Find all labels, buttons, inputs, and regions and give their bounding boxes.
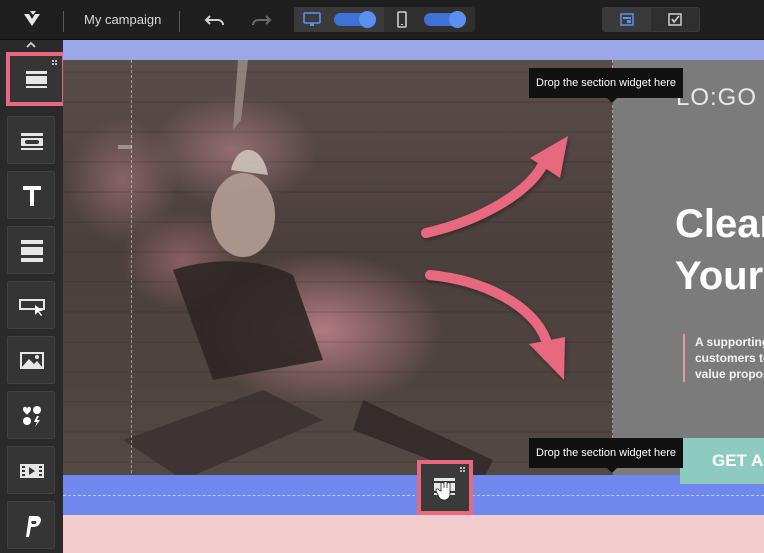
desktop-visibility-toggle[interactable]	[334, 11, 376, 28]
dragged-section-widget[interactable]	[417, 460, 473, 515]
view-mode-group	[602, 7, 700, 32]
editor-canvas[interactable]: LO:GO Clear Your A supporting customers …	[63, 40, 764, 553]
mobile-preview-button[interactable]	[385, 7, 475, 32]
text-widget-icon	[23, 186, 41, 206]
chevron-up-icon[interactable]	[24, 40, 38, 50]
campaign-name[interactable]: My campaign	[84, 12, 161, 27]
text-widget[interactable]	[7, 171, 55, 219]
divider	[179, 11, 180, 32]
social-widget-icon	[23, 406, 41, 427]
divider	[63, 11, 64, 32]
social-widget[interactable]	[7, 391, 55, 439]
undo-icon[interactable]	[204, 10, 226, 30]
section-widget[interactable]	[6, 52, 66, 106]
paypal-icon	[26, 516, 41, 537]
video-widget-icon	[20, 464, 44, 478]
device-preview-group	[294, 7, 475, 32]
desktop-preview-button[interactable]	[294, 7, 384, 32]
annotation-arrows	[421, 136, 568, 380]
video-widget[interactable]	[7, 446, 55, 494]
layout-icon	[620, 13, 634, 26]
widget-sidebar	[0, 40, 66, 553]
section-widget-icon	[434, 467, 465, 501]
image-widget[interactable]	[7, 336, 55, 384]
layout-view-button[interactable]	[603, 8, 651, 31]
top-toolbar: My campaign	[0, 0, 764, 40]
mobile-visibility-toggle[interactable]	[424, 11, 466, 28]
redo-icon[interactable]	[250, 10, 272, 30]
desktop-icon	[303, 12, 321, 26]
checklist-view-button[interactable]	[651, 8, 699, 31]
arrow-up-icon	[421, 155, 550, 238]
form-widget[interactable]	[7, 281, 55, 329]
form-widget-icon	[19, 299, 45, 316]
rows-widget[interactable]	[7, 226, 55, 274]
paypal-widget[interactable]	[7, 501, 55, 549]
checkbox-icon	[668, 13, 682, 26]
button-widget-icon	[21, 133, 43, 150]
rows-widget-icon	[21, 240, 43, 262]
mobile-icon	[397, 11, 407, 28]
image-widget-icon	[20, 352, 44, 369]
arrow-down-icon	[425, 270, 551, 345]
button-widget[interactable]	[7, 116, 55, 164]
app-logo-icon[interactable]	[22, 10, 42, 30]
section-widget-icon	[26, 60, 57, 88]
